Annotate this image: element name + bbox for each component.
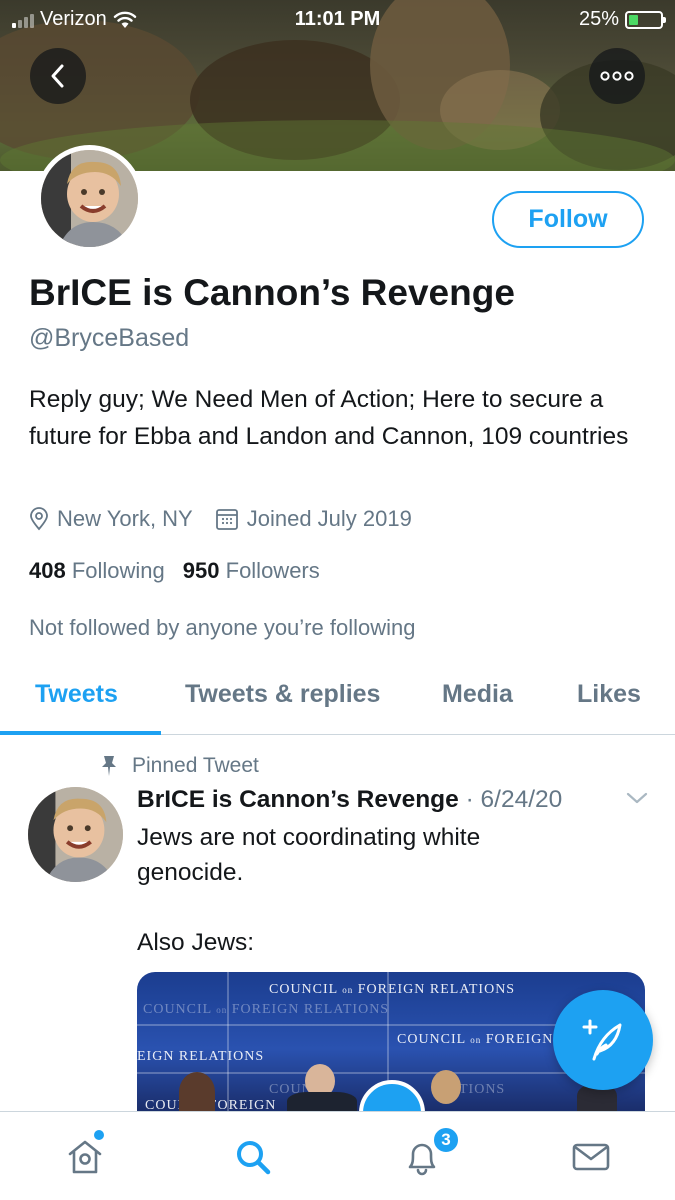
profile-handle: @BryceBased xyxy=(29,324,190,352)
media-caption: COUNCIL on FOREIGN RELATIONS xyxy=(269,982,516,997)
pinned-label: Pinned Tweet xyxy=(100,754,259,778)
back-button[interactable] xyxy=(30,48,86,104)
media-caption: TIONS xyxy=(459,1082,506,1097)
chevron-down-icon[interactable] xyxy=(624,788,650,808)
calendar-icon xyxy=(215,509,238,530)
tab-media[interactable]: Media xyxy=(442,680,513,709)
follow-button[interactable]: Follow xyxy=(492,191,644,248)
followers-label: Followers xyxy=(225,558,320,583)
not-followed-notice: Not followed by anyone you’re following xyxy=(29,615,416,640)
following-label: Following xyxy=(71,558,165,583)
child-photo-icon xyxy=(28,787,123,882)
profile-avatar[interactable] xyxy=(36,145,143,252)
mail-icon xyxy=(572,1143,610,1171)
play-button[interactable] xyxy=(359,1080,425,1112)
notifications-badge: 3 xyxy=(432,1126,460,1154)
home-icon xyxy=(68,1140,102,1174)
tab-likes[interactable]: Likes xyxy=(577,680,641,709)
more-button[interactable] xyxy=(589,48,645,104)
tweet-author[interactable]: BrICE is Cannon’s Revenge xyxy=(137,786,459,813)
tweet-text-line: genocide. xyxy=(137,859,244,886)
media-caption: COUNCIL on FOREIGN RELATIONS xyxy=(143,1002,390,1017)
status-bar: Verizon 11:01 PM 25% xyxy=(0,0,675,38)
active-tab-indicator xyxy=(0,731,161,735)
tweet-text: Jews are not coordinating white genocide… xyxy=(137,820,617,960)
profile-tabs: Tweets Tweets & replies Media Likes xyxy=(0,660,675,735)
status-time: 11:01 PM xyxy=(294,8,381,30)
tweet-header: BrICE is Cannon’s Revenge · 6/24/20 xyxy=(137,786,563,813)
pin-icon xyxy=(102,756,116,776)
media-caption: EIGN RELATIONS xyxy=(137,1049,265,1064)
compose-feather-icon xyxy=(582,1019,622,1061)
location-text: New York, NY xyxy=(57,506,193,531)
profile-bio: Reply guy; We Need Men of Action; Here t… xyxy=(29,386,629,450)
profile-display-name: BrICE is Cannon’s Revenge xyxy=(29,272,515,313)
following-link[interactable]: 408 Following xyxy=(29,558,165,584)
location: New York, NY xyxy=(29,506,193,532)
tweet-text-line: Jews are not coordinating white xyxy=(137,824,481,851)
battery: 25% xyxy=(578,8,666,31)
pinned-text: Pinned Tweet xyxy=(132,754,259,777)
nav-messages[interactable] xyxy=(566,1132,616,1182)
location-pin-icon xyxy=(30,507,48,531)
tweet-text-line: Also Jews: xyxy=(137,929,255,956)
following-count: 408 xyxy=(29,558,66,583)
battery-icon xyxy=(625,10,666,29)
more-dots-icon xyxy=(600,71,634,81)
joined-text: Joined July 2019 xyxy=(246,506,412,531)
followers-count: 950 xyxy=(182,558,220,583)
joined-date: Joined July 2019 xyxy=(215,506,412,532)
follow-counts: 408 Following 950 Followers xyxy=(29,558,320,584)
nav-home[interactable] xyxy=(60,1132,110,1182)
nav-search[interactable] xyxy=(228,1132,278,1182)
battery-percent: 25% xyxy=(578,8,619,30)
tab-tweets[interactable]: Tweets xyxy=(35,680,118,709)
tab-tweets-replies[interactable]: Tweets & replies xyxy=(185,680,380,709)
followers-link[interactable]: 950 Followers xyxy=(183,558,320,584)
profile-meta: New York, NY Joined July 2019 xyxy=(29,506,434,532)
home-new-indicator xyxy=(94,1130,104,1140)
tweet-avatar[interactable] xyxy=(28,787,123,882)
search-icon xyxy=(237,1141,271,1175)
child-photo-icon xyxy=(41,150,138,247)
compose-tweet-button[interactable] xyxy=(553,990,653,1090)
media-caption: COUNCIL on FOREIGN xyxy=(397,1032,554,1047)
chevron-left-icon xyxy=(51,64,64,88)
tweet-date[interactable]: 6/24/20 xyxy=(481,786,563,813)
bottom-nav: 3 xyxy=(0,1111,675,1200)
